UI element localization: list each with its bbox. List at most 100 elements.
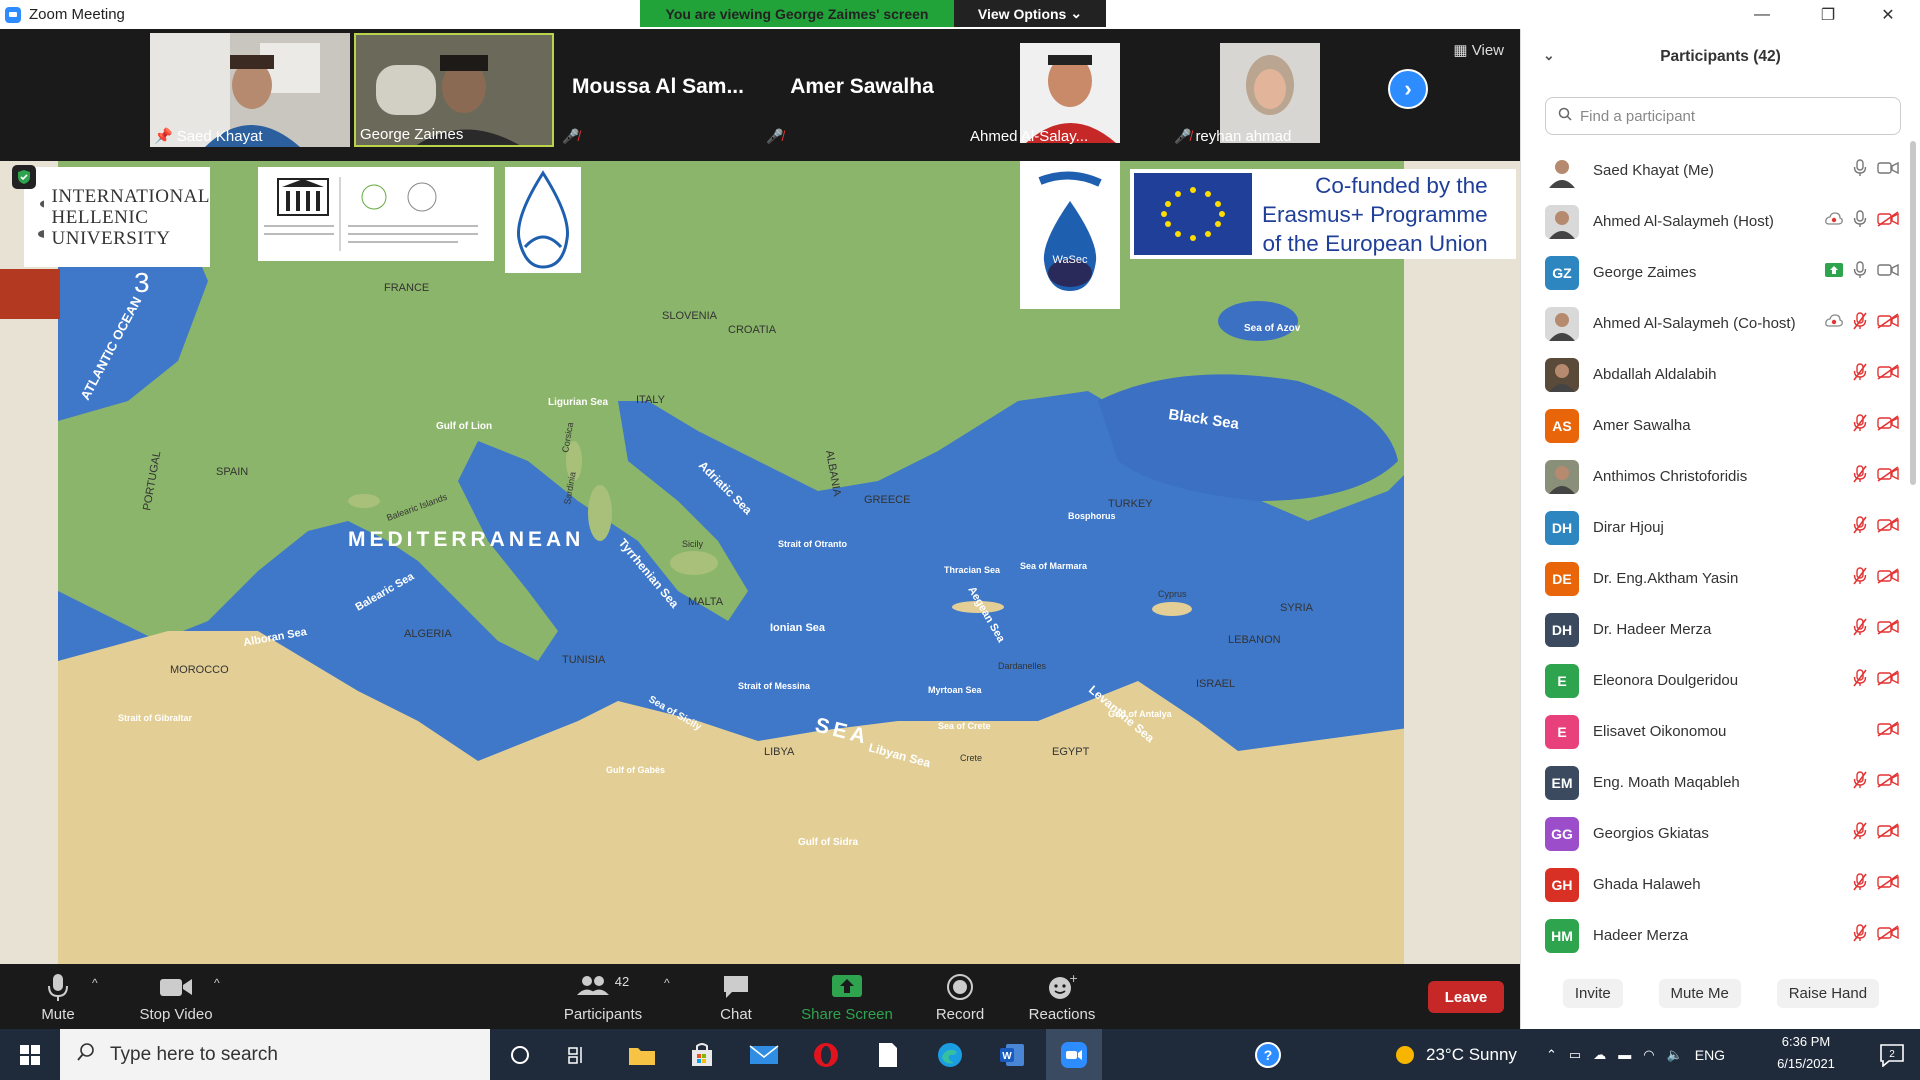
microphone-icon[interactable] (1853, 210, 1867, 233)
mic-muted-icon[interactable] (1853, 414, 1867, 437)
participant-row[interactable]: E Elisavet Oikonomou (1521, 706, 1909, 757)
mic-muted-icon[interactable] (1853, 312, 1867, 335)
video-tile[interactable]: 🎤̸ reyhan ahmad (1170, 33, 1370, 147)
participant-row[interactable]: Saed Khayat (Me) (1521, 145, 1909, 196)
device-icon[interactable]: ▭ (1569, 1047, 1581, 1063)
taskbar-search-box[interactable]: Type here to search (60, 1029, 490, 1080)
video-off-icon[interactable] (1877, 517, 1899, 538)
video-off-icon[interactable] (1877, 313, 1899, 334)
video-off-icon[interactable] (1877, 619, 1899, 640)
share-screen-button[interactable]: Share Screen (800, 964, 894, 1029)
microphone-icon[interactable] (1853, 261, 1867, 284)
video-camera-icon[interactable] (1877, 262, 1899, 283)
restore-button[interactable]: ❐ (1802, 0, 1854, 29)
participant-row[interactable]: DH Dr. Hadeer Merza (1521, 604, 1909, 655)
video-off-icon[interactable] (1877, 874, 1899, 895)
participant-row[interactable]: Ahmed Al-Salaymeh (Host) (1521, 196, 1909, 247)
encryption-shield-icon[interactable] (12, 165, 36, 189)
volume-icon[interactable]: 🔈 (1667, 1047, 1683, 1063)
participant-list-scrollbar[interactable] (1910, 141, 1916, 485)
mail-icon[interactable] (736, 1029, 792, 1080)
video-off-icon[interactable] (1877, 364, 1899, 385)
edge-browser-icon[interactable] (922, 1029, 978, 1080)
next-page-button[interactable]: › (1388, 69, 1428, 109)
video-off-icon[interactable] (1877, 823, 1899, 844)
participant-row[interactable]: Anthimos Christoforidis (1521, 451, 1909, 502)
participant-row[interactable]: HM Hadeer Merza (1521, 910, 1909, 961)
view-button[interactable]: ▦ View (1453, 41, 1504, 59)
participant-row[interactable]: GG Georgios Gkiatas (1521, 808, 1909, 859)
opera-browser-icon[interactable] (798, 1029, 854, 1080)
notifications-icon[interactable]: 2 (1864, 1029, 1920, 1080)
close-button[interactable]: ✕ (1862, 0, 1914, 29)
mic-muted-icon[interactable] (1853, 363, 1867, 386)
taskbar-clock[interactable]: 6:36 PM 6/15/2021 (1756, 1031, 1856, 1075)
video-tile[interactable]: 📌 Saed Khayat (150, 33, 350, 147)
participant-row[interactable]: Abdallah Aldalabih (1521, 349, 1909, 400)
video-off-icon[interactable] (1877, 721, 1899, 742)
collapse-chevron-icon[interactable]: ⌄ (1543, 47, 1555, 64)
participant-search-input[interactable]: Find a participant (1545, 97, 1901, 135)
microphone-icon[interactable] (1853, 159, 1867, 182)
participant-row[interactable]: GH Ghada Halaweh (1521, 859, 1909, 910)
participant-row[interactable]: DH Dirar Hjouj (1521, 502, 1909, 553)
weather-widget[interactable]: 23°C Sunny (1394, 1029, 1517, 1080)
chat-button[interactable]: Chat (710, 964, 762, 1029)
view-options-button[interactable]: View Options ⌄ (954, 0, 1106, 27)
video-options-caret[interactable]: ^ (214, 976, 220, 990)
mic-muted-icon[interactable] (1853, 822, 1867, 845)
mic-muted-icon[interactable] (1853, 618, 1867, 641)
video-off-icon[interactable] (1877, 772, 1899, 793)
mic-muted-icon[interactable] (1853, 669, 1867, 692)
stop-video-button[interactable]: Stop Video (134, 964, 218, 1029)
reactions-button[interactable]: + Reactions (1022, 964, 1102, 1029)
video-tile[interactable]: Moussa Al Sam... 🎤̸ (558, 33, 758, 147)
chevron-up-icon[interactable]: ⌃ (1546, 1047, 1557, 1063)
cortana-icon[interactable] (492, 1029, 548, 1080)
participant-row[interactable]: AS Amer Sawalha (1521, 400, 1909, 451)
wifi-icon[interactable]: ◠ (1643, 1047, 1654, 1063)
document-icon[interactable] (860, 1029, 916, 1080)
mic-muted-icon[interactable] (1853, 516, 1867, 539)
mic-muted-icon[interactable] (1853, 567, 1867, 590)
cloud-icon[interactable]: ☁ (1593, 1047, 1606, 1063)
raise-hand-button[interactable]: Raise Hand (1776, 979, 1880, 1008)
participants-options-caret[interactable]: ^ (664, 976, 670, 990)
participants-button[interactable]: 42 Participants (558, 964, 648, 1029)
file-explorer-icon[interactable] (614, 1029, 670, 1080)
video-off-icon[interactable] (1877, 568, 1899, 589)
video-tile[interactable]: Amer Sawalha 🎤̸ (762, 33, 962, 147)
mic-muted-icon[interactable] (1853, 873, 1867, 896)
mic-muted-icon[interactable] (1853, 924, 1867, 947)
mic-muted-icon[interactable] (1853, 465, 1867, 488)
record-button[interactable]: Record (930, 964, 990, 1029)
video-off-icon[interactable] (1877, 466, 1899, 487)
participant-row[interactable]: EM Eng. Moath Maqableh (1521, 757, 1909, 808)
participant-row[interactable]: Ahmed Al-Salaymeh (Co-host) (1521, 298, 1909, 349)
video-camera-icon[interactable] (1877, 160, 1899, 181)
task-view-icon[interactable] (550, 1029, 606, 1080)
video-off-icon[interactable] (1877, 415, 1899, 436)
video-tile-active-speaker[interactable]: George Zaimes (354, 33, 554, 147)
leave-button[interactable]: Leave (1428, 981, 1504, 1013)
word-icon[interactable]: W (984, 1029, 1040, 1080)
participant-row[interactable]: E Eleonora Doulgeridou (1521, 655, 1909, 706)
video-tile[interactable]: Ahmed Al-Salay... (966, 33, 1166, 147)
mic-muted-icon[interactable] (1853, 771, 1867, 794)
participant-row[interactable]: DE Dr. Eng.Aktham Yasin (1521, 553, 1909, 604)
start-button[interactable] (0, 1029, 60, 1080)
minimize-button[interactable]: — (1736, 0, 1788, 29)
zoom-taskbar-icon[interactable] (1046, 1029, 1102, 1080)
invite-button[interactable]: Invite (1562, 979, 1623, 1008)
store-icon[interactable] (674, 1029, 730, 1080)
video-off-icon[interactable] (1877, 925, 1899, 946)
mute-options-caret[interactable]: ^ (92, 976, 98, 990)
language-indicator[interactable]: ENG (1695, 1047, 1725, 1063)
mute-button[interactable]: Mute (36, 964, 80, 1029)
mute-me-button[interactable]: Mute Me (1658, 979, 1741, 1008)
participant-row[interactable]: GZ George Zaimes (1521, 247, 1909, 298)
help-icon[interactable]: ? (1240, 1029, 1296, 1080)
video-off-icon[interactable] (1877, 211, 1899, 232)
battery-icon[interactable]: ▬ (1618, 1047, 1631, 1062)
video-off-icon[interactable] (1877, 670, 1899, 691)
